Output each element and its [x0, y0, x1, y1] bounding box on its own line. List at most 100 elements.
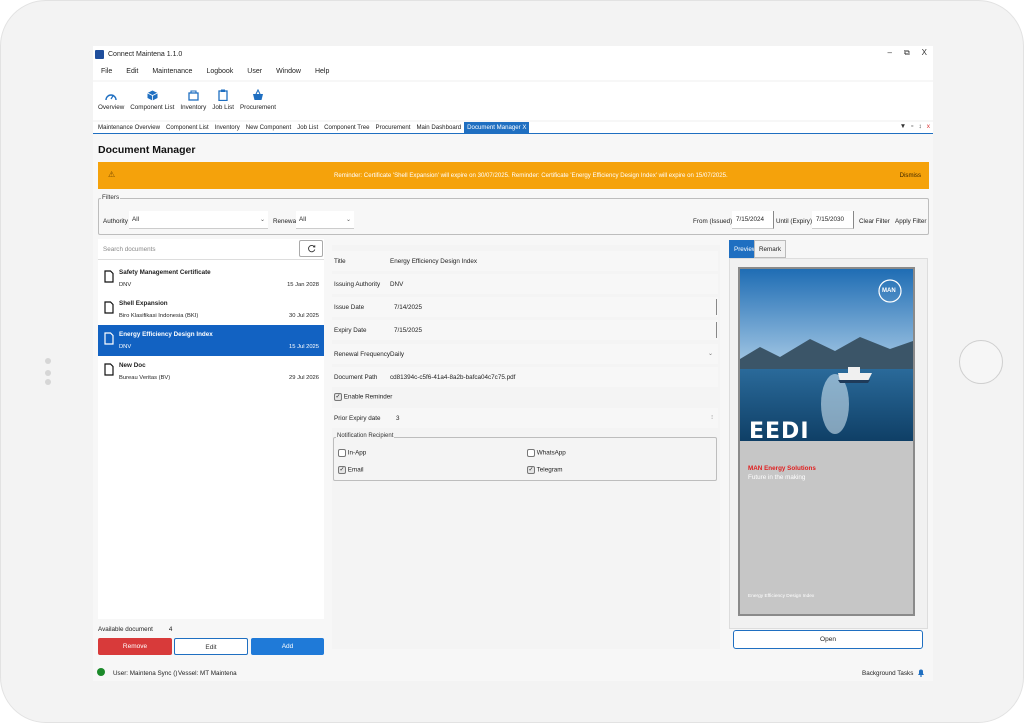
tab-inventory[interactable]: Inventory [212, 122, 243, 133]
close-window-button[interactable]: X [922, 48, 927, 58]
edit-button[interactable]: Edit [174, 638, 248, 655]
home-button[interactable] [959, 340, 1003, 384]
email-label: Email [347, 466, 364, 474]
maximize-button[interactable]: ⧉ [904, 48, 910, 58]
menu-help[interactable]: Help [315, 68, 329, 75]
expiry-date-field[interactable]: Expiry Date 7/15/2025 [332, 320, 718, 340]
from-issued-label: From (Issued) [693, 218, 733, 225]
checkbox-checked-icon: ✓ [527, 466, 535, 474]
email-checkbox[interactable]: ✓ Email [338, 466, 364, 474]
menu-user[interactable]: User [247, 68, 262, 75]
menu-edit[interactable]: Edit [126, 68, 138, 75]
whatsapp-checkbox[interactable]: WhatsApp [527, 449, 566, 457]
authority-filter-select[interactable]: All ⌄ [129, 211, 268, 229]
title-label: Title [334, 258, 346, 265]
checkbox-checked-icon: ✓ [338, 466, 346, 474]
clear-filter-button[interactable]: Clear Filter [859, 218, 890, 225]
document-list-item[interactable]: New Doc Bureau Veritas (BV) 29 Jul 2026 [98, 356, 324, 387]
prior-expiry-value: 3 [396, 415, 400, 422]
menu-file[interactable]: File [101, 68, 112, 75]
refresh-button[interactable] [299, 240, 323, 257]
close-pane-icon[interactable]: x [927, 123, 930, 130]
preview-panel: Preview Remark MAN EEDI MAN Energy Solut… [729, 240, 929, 650]
cover-tagline: Future in the making [748, 474, 806, 481]
background-tasks-label[interactable]: Background Tasks [862, 670, 913, 677]
renewal-frequency-select[interactable]: Renewal Frequency Daily ⌄ [332, 344, 718, 364]
telegram-label: Telegram [536, 466, 563, 474]
document-list-item[interactable]: Safety Management Certificate DNV 15 Jan… [98, 263, 324, 294]
chevron-down-icon: ⌄ [259, 217, 265, 223]
until-expiry-date-input[interactable]: 7/15/2030 [812, 211, 854, 229]
issuing-authority-field[interactable]: Issuing Authority DNV [332, 274, 718, 294]
open-button[interactable]: Open [733, 630, 923, 649]
document-date: 15 Jan 2028 [287, 282, 319, 288]
issue-date-value: 7/14/2025 [394, 304, 423, 311]
authority-filter-value: All [132, 216, 139, 223]
available-document-count: Available document 4 [98, 626, 172, 633]
toolbar-label: Overview [98, 104, 125, 111]
toolbar-procurement-button[interactable]: Procurement [240, 82, 276, 116]
page-title: Document Manager [98, 144, 196, 156]
from-issued-date-input[interactable]: 7/15/2024 [732, 211, 774, 229]
apply-filter-button[interactable]: Apply Filter [895, 218, 927, 225]
in-app-checkbox[interactable]: In-App [338, 449, 366, 457]
expiry-reminder-banner: ⚠ Reminder: Certificate 'Shell Expansion… [98, 162, 929, 189]
search-input[interactable]: Search documents [98, 239, 324, 260]
document-icon [104, 332, 114, 345]
tab-list-dropdown-icon[interactable]: ▼ [900, 123, 906, 130]
minimize-button[interactable]: – [887, 48, 891, 58]
issue-date-field[interactable]: Issue Date 7/14/2025 [332, 297, 718, 317]
toolbar-component-list-button[interactable]: Component List [130, 82, 174, 116]
document-icon [104, 363, 114, 376]
remove-button[interactable]: Remove [98, 638, 172, 655]
pin-pane-icon[interactable]: ↕ [919, 123, 922, 130]
add-button[interactable]: Add [251, 638, 324, 655]
tab-component-tree[interactable]: Component Tree [321, 122, 372, 133]
toolbar-job-list-button[interactable]: Job List [212, 82, 234, 116]
document-date: 15 Jul 2025 [289, 344, 319, 350]
document-list-item-selected[interactable]: Energy Efficiency Design Index DNV 15 Ju… [98, 325, 324, 356]
bell-icon[interactable] [917, 668, 925, 677]
tab-new-component[interactable]: New Component [243, 122, 294, 133]
notification-recipient-group [333, 437, 717, 481]
expiry-date-label: Expiry Date [334, 327, 367, 334]
document-list-item[interactable]: Shell Expansion Biro Klasifikasi Indones… [98, 294, 324, 325]
document-authority: DNV [119, 282, 132, 288]
authority-filter-label: Authority [103, 218, 128, 225]
date-spinner[interactable] [714, 322, 717, 338]
toolbar-inventory-button[interactable]: Inventory [180, 82, 206, 116]
tab-maintenance-overview[interactable]: Maintenance Overview [95, 122, 163, 133]
chevron-down-icon: ⌄ [707, 351, 713, 357]
date-spinner[interactable] [714, 299, 717, 315]
tab-remark[interactable]: Remark [754, 240, 787, 258]
tab-document-manager[interactable]: Document Manager X [464, 122, 530, 133]
document-tab-bar: Maintenance Overview Component List Inve… [93, 122, 933, 134]
menu-logbook[interactable]: Logbook [206, 68, 233, 75]
tab-main-dashboard[interactable]: Main Dashboard [413, 122, 464, 133]
telegram-checkbox[interactable]: ✓ Telegram [527, 466, 563, 474]
renewal-frequency-label: Renewal Frequency [334, 351, 391, 358]
enable-reminder-checkbox[interactable]: ✓ Enable Reminder [334, 393, 392, 401]
document-list-panel: Search documents Safety Management Certi… [98, 239, 324, 619]
restore-pane-icon[interactable]: ▫ [911, 123, 913, 130]
tab-component-list[interactable]: Component List [163, 122, 212, 133]
menu-maintenance[interactable]: Maintenance [152, 68, 192, 75]
document-cover-image: MAN EEDI MAN Energy Solutions Future in … [738, 267, 915, 616]
tablet-frame: Connect Maintena 1.1.0 – ⧉ X File Edit M… [0, 0, 1024, 723]
title-field[interactable]: Title Energy Efficiency Design Index [332, 251, 718, 271]
app-logo-icon [95, 50, 104, 59]
document-icon [104, 301, 114, 314]
cube-icon [147, 90, 158, 101]
issuing-authority-label: Issuing Authority [334, 281, 381, 288]
prior-expiry-field[interactable]: Prior Expiry date 3 ⁝ [332, 408, 718, 428]
dismiss-button[interactable]: Dismiss [900, 172, 921, 179]
toolbar-overview-button[interactable]: Overview [98, 82, 124, 116]
prior-expiry-label: Prior Expiry date [334, 415, 381, 422]
spinner-icon[interactable]: ⁝ [711, 414, 713, 421]
document-path-field[interactable]: Document Path cd81394c-c5f6-41a4-8a2b-ba… [332, 367, 718, 387]
expiry-date-value: 7/15/2025 [394, 327, 423, 334]
menu-window[interactable]: Window [276, 68, 301, 75]
renewal-filter-select[interactable]: All ⌄ [296, 211, 354, 229]
tab-job-list[interactable]: Job List [294, 122, 321, 133]
tab-procurement[interactable]: Procurement [373, 122, 414, 133]
